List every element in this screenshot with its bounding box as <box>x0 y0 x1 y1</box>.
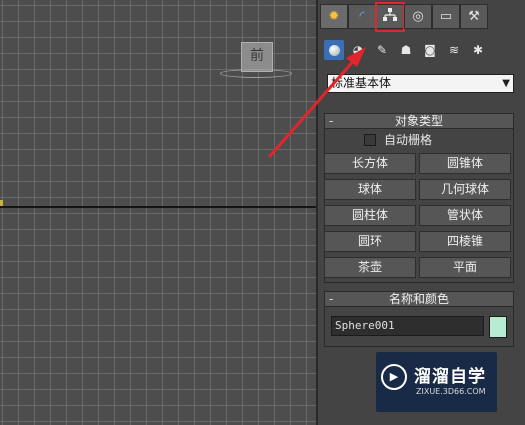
systems-icon: ✱ <box>472 43 484 57</box>
object-type-header[interactable]: - 对象类型 <box>325 113 513 129</box>
motion-tab[interactable]: ◎ <box>404 4 432 29</box>
sphere-button[interactable]: 球体 <box>324 179 416 200</box>
cameras-button[interactable]: ☗ <box>396 40 416 60</box>
chevron-down-icon: ▼ <box>502 78 510 89</box>
geometry-sphere-icon <box>328 44 340 56</box>
geosphere-button[interactable]: 几何球体 <box>419 179 511 200</box>
systems-button[interactable]: ✱ <box>468 40 488 60</box>
watermark-subtitle: ZIXUE.3D66.COM <box>416 387 486 396</box>
viewcube[interactable]: 前 <box>241 42 273 72</box>
display-tab[interactable]: ▭ <box>432 4 460 29</box>
modify-arc-icon: ◜ <box>359 9 365 24</box>
cameras-icon: ☗ <box>400 43 412 57</box>
axis-marker <box>0 200 3 206</box>
create-sun-icon: ✹ <box>328 9 340 24</box>
cone-button[interactable]: 圆锥体 <box>419 153 511 174</box>
pyramid-button[interactable]: 四棱锥 <box>419 231 511 252</box>
watermark-title: 溜溜自学 <box>414 367 486 387</box>
geometry-button[interactable] <box>324 40 344 60</box>
helpers-button[interactable]: ◙ <box>420 40 440 60</box>
utilities-hammer-icon: ⚒ <box>468 9 480 24</box>
autogrid-checkbox[interactable]: 自动栅格 <box>364 131 432 148</box>
autogrid-label: 自动栅格 <box>384 133 433 147</box>
space-warps-button[interactable]: ≋ <box>444 40 464 60</box>
object-type-title: 对象类型 <box>394 114 443 128</box>
box-button[interactable]: 长方体 <box>324 153 416 174</box>
space-warps-icon: ≋ <box>448 43 460 57</box>
create-tab[interactable]: ✹ <box>320 4 348 29</box>
modify-tab[interactable]: ◜ <box>348 4 376 29</box>
utilities-tab[interactable]: ⚒ <box>460 4 488 29</box>
viewport-front[interactable]: 前 <box>0 0 316 425</box>
cylinder-button[interactable]: 圆柱体 <box>324 205 416 226</box>
create-category-toolbar: ◕ ✎ ☗ ◙ ≋ ✱ <box>324 40 524 60</box>
watermark: ▶ 溜溜自学 ZIXUE.3D66.COM <box>376 352 497 412</box>
horizontal-axis-line <box>0 206 316 208</box>
shapes-icon: ◕ <box>352 43 364 57</box>
helpers-icon: ◙ <box>424 43 436 57</box>
collapse-icon: - <box>329 292 334 306</box>
object-category-dropdown[interactable]: 标准基本体 ▼ <box>327 74 514 93</box>
object-name-field[interactable]: Sphere001 <box>331 316 484 336</box>
collapse-icon: - <box>329 114 334 128</box>
lights-icon: ✎ <box>376 43 388 57</box>
viewcube-label: 前 <box>250 48 264 64</box>
lights-button[interactable]: ✎ <box>372 40 392 60</box>
name-color-title: 名称和颜色 <box>388 292 449 306</box>
teapot-button[interactable]: 茶壶 <box>324 257 416 278</box>
tube-button[interactable]: 管状体 <box>419 205 511 226</box>
name-color-header[interactable]: - 名称和颜色 <box>325 291 513 307</box>
viewcube-ring[interactable] <box>220 69 292 78</box>
torus-button[interactable]: 圆环 <box>324 231 416 252</box>
display-icon: ▭ <box>439 9 453 24</box>
object-color-swatch[interactable] <box>489 316 507 338</box>
command-panel-tabs: ✹ ◜ ◎ ▭ ⚒ <box>318 2 525 32</box>
shapes-button[interactable]: ◕ <box>348 40 368 60</box>
autogrid-checkbox-box[interactable] <box>364 133 376 146</box>
dropdown-value: 标准基本体 <box>331 76 392 90</box>
plane-button[interactable]: 平面 <box>419 257 511 278</box>
watermark-logo-play-icon: ▶ <box>381 364 407 390</box>
motion-icon: ◎ <box>412 9 424 24</box>
hierarchy-tab-highlight <box>375 2 405 32</box>
